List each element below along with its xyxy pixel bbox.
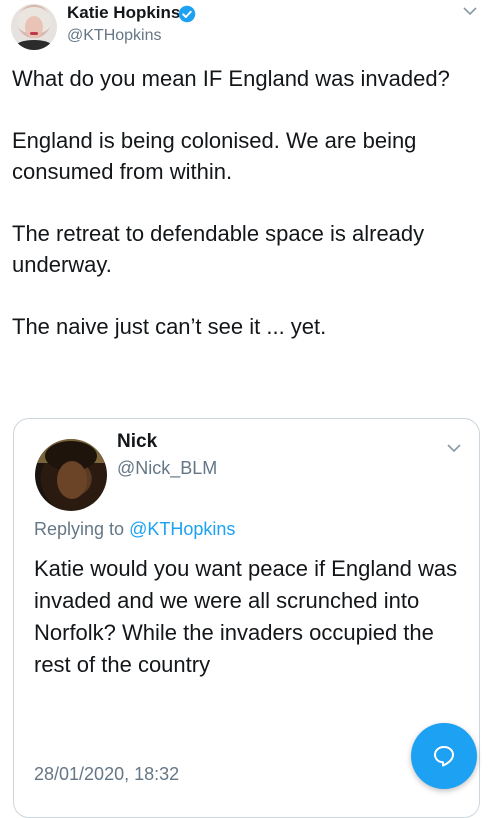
tweet-paragraph: What do you mean IF England was invaded? — [12, 66, 450, 91]
replying-to: Replying to @KTHopkins — [34, 519, 235, 540]
quoted-author-name[interactable]: Nick — [117, 431, 157, 453]
chevron-down-icon[interactable] — [463, 6, 477, 16]
tweet-paragraph: The retreat to defendable space is alrea… — [12, 221, 425, 277]
author-handle[interactable]: @KTHopkins — [67, 27, 162, 45]
chevron-down-icon[interactable] — [447, 443, 461, 453]
quoted-author-avatar[interactable] — [35, 439, 107, 511]
compose-button[interactable] — [411, 723, 477, 789]
replying-prefix: Replying to — [34, 519, 125, 539]
author-name[interactable]: Katie Hopkins — [67, 3, 180, 23]
replying-mention-link[interactable]: @KTHopkins — [129, 519, 235, 539]
tweet-paragraph: England is being colonised. We are being… — [12, 128, 417, 184]
quoted-tweet-card[interactable]: Nick @Nick_BLM Replying to @KTHopkins Ka… — [13, 418, 480, 818]
tweet-text: What do you mean IF England was invaded?… — [12, 63, 487, 373]
quoted-tweet-text: Katie would you want peace if England wa… — [34, 556, 458, 677]
verified-badge-icon — [178, 5, 196, 23]
quoted-tweet-timestamp[interactable]: 28/01/2020, 18:32 — [34, 764, 179, 785]
tweet-paragraph: The naive just can’t see it ... yet. — [12, 314, 327, 339]
compose-reply-icon — [434, 746, 454, 767]
quoted-author-handle[interactable]: @Nick_BLM — [117, 458, 217, 479]
author-avatar[interactable] — [11, 4, 57, 50]
